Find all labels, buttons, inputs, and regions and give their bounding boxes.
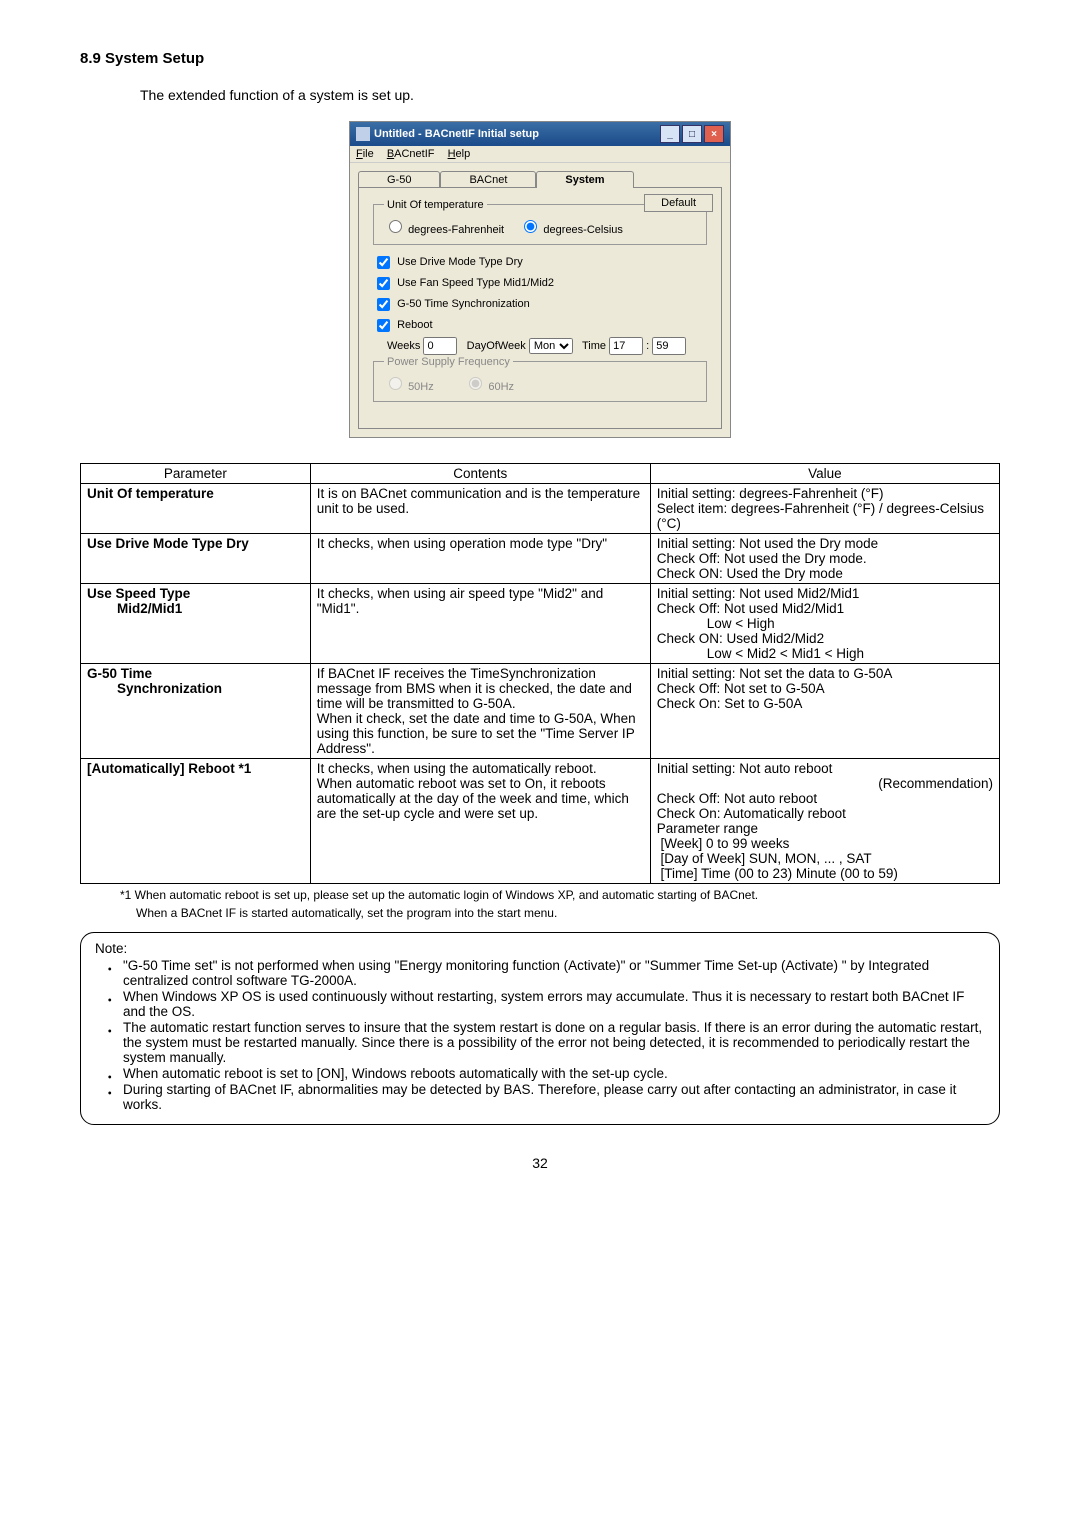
radio-60hz: 60Hz xyxy=(464,381,514,393)
param-contents: It checks, when using operation mode typ… xyxy=(310,534,650,584)
window-title: Untitled - BACnetIF Initial setup xyxy=(374,128,539,140)
tab-g50[interactable]: G-50 xyxy=(358,171,440,188)
time-label: Time xyxy=(582,340,606,352)
param-contents: It is on BACnet communication and is the… xyxy=(310,484,650,534)
menu-help[interactable]: Help xyxy=(448,148,471,160)
default-button[interactable]: Default xyxy=(644,194,713,212)
reboot-schedule-row: Weeks DayOfWeek Mon Time : xyxy=(387,337,707,355)
param-value: Initial setting: Not used the Dry modeCh… xyxy=(650,534,999,584)
param-contents: It checks, when using air speed type "Mi… xyxy=(310,584,650,664)
radio-fahrenheit[interactable]: degrees-Fahrenheit xyxy=(384,224,504,236)
chk-dry[interactable]: Use Drive Mode Type Dry xyxy=(373,256,523,268)
tab-system[interactable]: System xyxy=(536,171,633,188)
page-number: 32 xyxy=(80,1155,1000,1171)
param-contents: If BACnet IF receives the TimeSynchroniz… xyxy=(310,664,650,759)
table-row: Unit Of temperature It is on BACnet comm… xyxy=(81,484,1000,534)
note-item: When Windows XP OS is used continuously … xyxy=(123,989,985,1019)
dow-label: DayOfWeek xyxy=(467,340,526,352)
minimize-button[interactable]: _ xyxy=(660,125,680,143)
param-name: Use Speed Type Mid2/Mid1 xyxy=(87,586,190,616)
psf-legend: Power Supply Frequency xyxy=(384,356,513,368)
chk-sync[interactable]: G-50 Time Synchronization xyxy=(373,298,530,310)
note-box: Note: "G-50 Time set" is not performed w… xyxy=(80,932,1000,1125)
param-value: Initial setting: Not set the data to G-5… xyxy=(650,664,999,759)
chk-reboot-label: Reboot xyxy=(397,319,432,331)
param-value: Initial setting: Not used Mid2/Mid1 Chec… xyxy=(650,584,999,664)
app-icon xyxy=(356,127,370,141)
tab-row: G-50 BACnet System xyxy=(358,171,722,188)
param-name: G-50 Time Synchronization xyxy=(87,666,222,696)
footnote-1: *1 When automatic reboot is set up, plea… xyxy=(120,888,1000,902)
menu-bacnetif[interactable]: BACnetIF xyxy=(387,148,435,160)
radio-60hz-label: 60Hz xyxy=(488,381,514,393)
chk-reboot[interactable]: Reboot xyxy=(373,319,433,331)
param-value: Initial setting: degrees-Fahrenheit (°F)… xyxy=(650,484,999,534)
note-item: When automatic reboot is set to [ON], Wi… xyxy=(123,1066,985,1081)
chk-fan-label: Use Fan Speed Type Mid1/Mid2 xyxy=(397,277,554,289)
note-item: The automatic restart function serves to… xyxy=(123,1020,985,1065)
chk-sync-label: G-50 Time Synchronization xyxy=(397,298,530,310)
dow-select[interactable]: Mon xyxy=(529,338,573,354)
tab-bacnet[interactable]: BACnet xyxy=(440,171,536,188)
param-value: Initial setting: Not auto reboot (Recomm… xyxy=(650,759,999,884)
th-value: Value xyxy=(650,464,999,484)
dialog-window: Untitled - BACnetIF Initial setup _ □ × … xyxy=(349,121,731,438)
param-name: Unit Of temperature xyxy=(87,486,214,501)
footnote-2: When a BACnet IF is started automaticall… xyxy=(136,906,1000,920)
radio-50hz: 50Hz xyxy=(384,381,434,393)
chk-dry-label: Use Drive Mode Type Dry xyxy=(397,256,523,268)
table-row: [Automatically] Reboot *1 It checks, whe… xyxy=(81,759,1000,884)
tab-panel-system: Default Unit Of temperature degrees-Fahr… xyxy=(358,187,722,429)
param-contents: It checks, when using the automatically … xyxy=(310,759,650,884)
parameter-table: Parameter Contents Value Unit Of tempera… xyxy=(80,463,1000,884)
radio-celsius-label: degrees-Celsius xyxy=(543,224,622,236)
chk-fan[interactable]: Use Fan Speed Type Mid1/Mid2 xyxy=(373,277,554,289)
time-hour-input[interactable] xyxy=(609,337,643,355)
section-title: 8.9 System Setup xyxy=(80,50,1000,67)
intro-text: The extended function of a system is set… xyxy=(140,87,1000,103)
th-parameter: Parameter xyxy=(81,464,311,484)
weeks-label: Weeks xyxy=(387,340,420,352)
menubar: File BACnetIF Help xyxy=(350,146,730,163)
unit-legend: Unit Of temperature xyxy=(384,199,487,211)
th-contents: Contents xyxy=(310,464,650,484)
param-name: Use Drive Mode Type Dry xyxy=(87,536,249,551)
note-title: Note: xyxy=(95,941,985,956)
table-row: Use Drive Mode Type Dry It checks, when … xyxy=(81,534,1000,584)
weeks-input[interactable] xyxy=(423,337,457,355)
note-item: "G-50 Time set" is not performed when us… xyxy=(123,958,985,988)
radio-celsius[interactable]: degrees-Celsius xyxy=(519,224,623,236)
time-min-input[interactable] xyxy=(652,337,686,355)
close-button[interactable]: × xyxy=(704,125,724,143)
power-supply-frequency-group: Power Supply Frequency 50Hz 60Hz xyxy=(373,361,707,402)
radio-50hz-label: 50Hz xyxy=(408,381,434,393)
titlebar: Untitled - BACnetIF Initial setup _ □ × xyxy=(350,122,730,146)
note-item: During starting of BACnet IF, abnormalit… xyxy=(123,1082,985,1112)
maximize-button[interactable]: □ xyxy=(682,125,702,143)
param-name: [Automatically] Reboot *1 xyxy=(87,761,251,776)
radio-fahrenheit-label: degrees-Fahrenheit xyxy=(408,224,504,236)
table-row: G-50 Time Synchronization If BACnet IF r… xyxy=(81,664,1000,759)
menu-file[interactable]: File xyxy=(356,148,374,160)
table-row: Use Speed Type Mid2/Mid1 It checks, when… xyxy=(81,584,1000,664)
